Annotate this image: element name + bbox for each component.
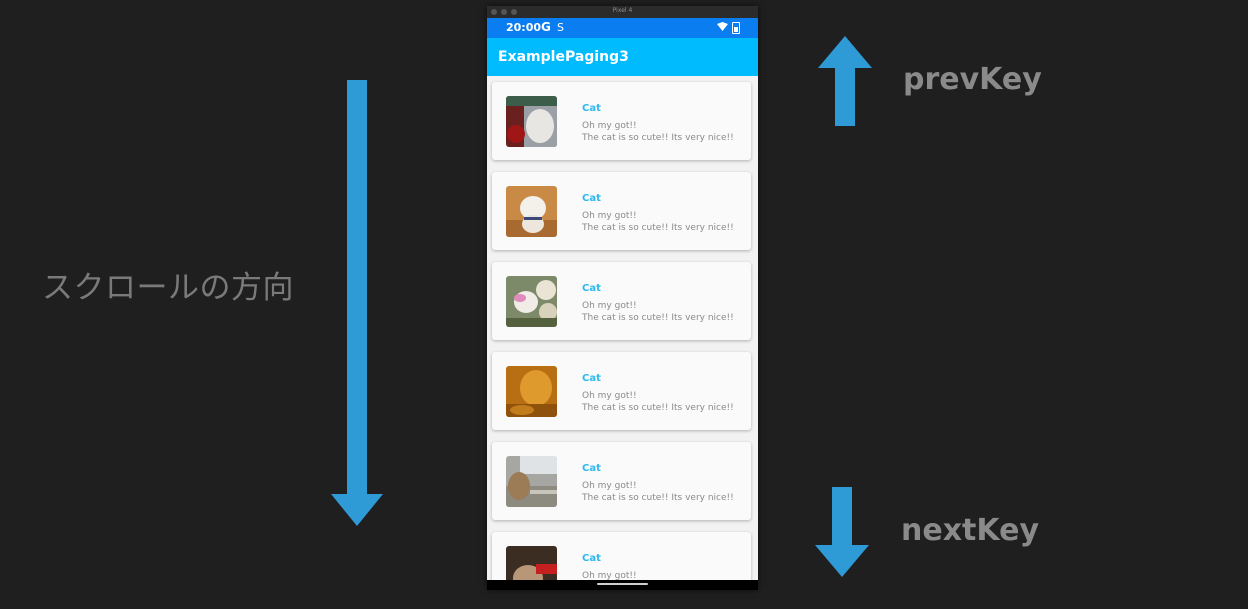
card-title: Cat bbox=[582, 193, 601, 204]
card-title: Cat bbox=[582, 103, 601, 114]
cat-thumbnail-image bbox=[506, 546, 557, 580]
card-title: Cat bbox=[582, 553, 601, 564]
status-time: 20:00 bbox=[506, 21, 542, 34]
card-subtitle: Oh my got!! bbox=[582, 481, 637, 491]
card-description: The cat is so cute!! Its very nice!! bbox=[582, 133, 734, 143]
status-bar: 20:00 G S bbox=[487, 18, 758, 38]
list-item[interactable]: Cat Oh my got!! The cat is so cute!! Its… bbox=[492, 82, 751, 160]
list-item[interactable]: Cat Oh my got!! The cat is so cute!! Its… bbox=[492, 172, 751, 250]
scroll-direction-label: スクロールの方向 bbox=[42, 270, 294, 306]
card-subtitle: Oh my got!! bbox=[582, 211, 637, 221]
card-description: The cat is so cute!! Its very nice!! bbox=[582, 403, 734, 413]
cat-list[interactable]: Cat Oh my got!! The cat is so cute!! Its… bbox=[487, 76, 758, 580]
navigation-bar bbox=[487, 580, 758, 590]
app-title: ExamplePaging3 bbox=[498, 49, 629, 65]
next-key-label: nextKey bbox=[901, 513, 1040, 548]
cat-thumbnail-image bbox=[506, 366, 557, 417]
card-description: The cat is so cute!! Its very nice!! bbox=[582, 493, 734, 503]
app-bar: ExamplePaging3 bbox=[487, 38, 758, 76]
cat-thumbnail-image bbox=[506, 186, 557, 237]
battery-icon bbox=[732, 22, 740, 34]
card-title: Cat bbox=[582, 463, 601, 474]
cat-thumbnail-image bbox=[506, 456, 557, 507]
card-subtitle: Oh my got!! bbox=[582, 301, 637, 311]
sync-icon: S bbox=[557, 21, 564, 34]
prev-key-label: prevKey bbox=[903, 62, 1042, 97]
wifi-icon bbox=[717, 22, 728, 31]
list-item[interactable]: Cat Oh my got!! bbox=[492, 532, 751, 580]
card-title: Cat bbox=[582, 373, 601, 384]
google-icon: G bbox=[541, 20, 551, 34]
emulator-window: Pixel 4 20:00 G S ExamplePaging3 Cat Oh … bbox=[487, 6, 758, 590]
phone-screen: 20:00 G S ExamplePaging3 Cat Oh my got!!… bbox=[487, 18, 758, 590]
card-description: The cat is so cute!! Its very nice!! bbox=[582, 223, 734, 233]
card-subtitle: Oh my got!! bbox=[582, 121, 637, 131]
emulator-title: Pixel 4 bbox=[612, 7, 633, 14]
card-title: Cat bbox=[582, 283, 601, 294]
list-item[interactable]: Cat Oh my got!! The cat is so cute!! Its… bbox=[492, 262, 751, 340]
card-description: The cat is so cute!! Its very nice!! bbox=[582, 313, 734, 323]
next-key-down-arrow-icon bbox=[815, 487, 869, 577]
home-gesture-handle[interactable] bbox=[597, 583, 648, 585]
prev-key-up-arrow-icon bbox=[818, 36, 872, 126]
card-subtitle: Oh my got!! bbox=[582, 571, 637, 580]
cat-thumbnail-image bbox=[506, 96, 557, 147]
list-item[interactable]: Cat Oh my got!! The cat is so cute!! Its… bbox=[492, 352, 751, 430]
card-subtitle: Oh my got!! bbox=[582, 391, 637, 401]
cat-thumbnail-image bbox=[506, 276, 557, 327]
scroll-down-arrow-icon bbox=[331, 80, 383, 526]
list-item[interactable]: Cat Oh my got!! The cat is so cute!! Its… bbox=[492, 442, 751, 520]
